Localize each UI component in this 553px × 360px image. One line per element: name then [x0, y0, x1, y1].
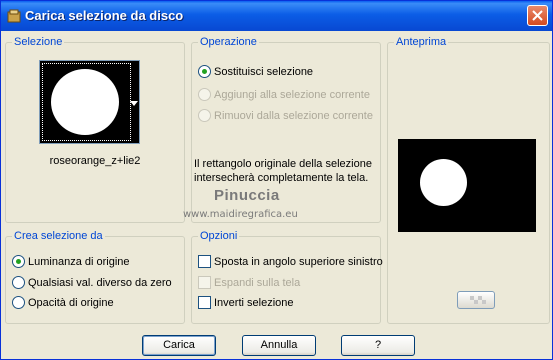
anteprima-legend: Anteprima	[394, 36, 449, 49]
checkbox-box[interactable]	[198, 255, 211, 268]
radio-rimuovi-label: Rimuovi dalla selezione corrente	[214, 110, 373, 122]
dropdown-arrow-icon	[130, 101, 138, 106]
help-button[interactable]: ?	[341, 335, 415, 356]
opzioni-legend: Opzioni	[198, 230, 240, 243]
checkbox-box[interactable]	[198, 276, 211, 289]
selection-dropdown[interactable]	[39, 60, 140, 144]
checkbox-box[interactable]	[198, 296, 211, 309]
watermark-url: www.maidiregrafica.eu	[183, 209, 298, 220]
crea-legend: Crea selezione da	[12, 230, 105, 243]
radio-luminanza-label: Luminanza di origine	[28, 256, 130, 268]
checkerboard-icon	[470, 296, 486, 304]
radio-button[interactable]	[198, 88, 211, 101]
title-bar[interactable]: Carica selezione da disco	[1, 1, 552, 31]
radio-button[interactable]	[198, 65, 211, 78]
thumbnail-circle	[51, 69, 119, 135]
annulla-button[interactable]: Annulla	[242, 335, 316, 356]
radio-aggiungi-label: Aggiungi alla selezione corrente	[214, 89, 370, 101]
preview-toggle-button[interactable]	[457, 291, 495, 309]
radio-button[interactable]	[12, 255, 25, 268]
carica-button[interactable]: Carica	[142, 335, 216, 356]
selezione-legend: Selezione	[12, 36, 65, 49]
selection-file-name: roseorange_z+lie2	[49, 155, 141, 167]
radio-button[interactable]	[198, 109, 211, 122]
dialog-window: Carica selezione da disco Selezione rose…	[0, 0, 553, 360]
window-title: Carica selezione da disco	[25, 8, 184, 23]
preview-canvas	[398, 139, 536, 232]
checkbox-sposta-label: Sposta in angolo superiore sinistro	[214, 256, 383, 268]
app-icon	[7, 9, 21, 23]
selection-thumbnail	[42, 63, 131, 141]
operazione-note-line1: Il rettangolo originale della selezione	[194, 158, 372, 170]
close-button[interactable]	[527, 5, 548, 26]
checkbox-inverti-label: Inverti selezione	[214, 297, 294, 309]
radio-button[interactable]	[12, 296, 25, 309]
radio-qualsiasi-label: Qualsiasi val. diverso da zero	[28, 277, 172, 289]
radio-sostituisci-label: Sostituisci selezione	[214, 66, 314, 78]
operazione-note-line2: intersecherà completamente la tela.	[194, 172, 369, 184]
checkbox-espandi-label: Espandi sulla tela	[214, 277, 301, 289]
close-icon	[532, 10, 543, 21]
watermark-name: Pinuccia	[214, 187, 280, 204]
radio-button[interactable]	[12, 276, 25, 289]
radio-opacita-label: Opacità di origine	[28, 297, 114, 309]
operazione-legend: Operazione	[198, 36, 259, 49]
preview-circle	[420, 159, 467, 206]
